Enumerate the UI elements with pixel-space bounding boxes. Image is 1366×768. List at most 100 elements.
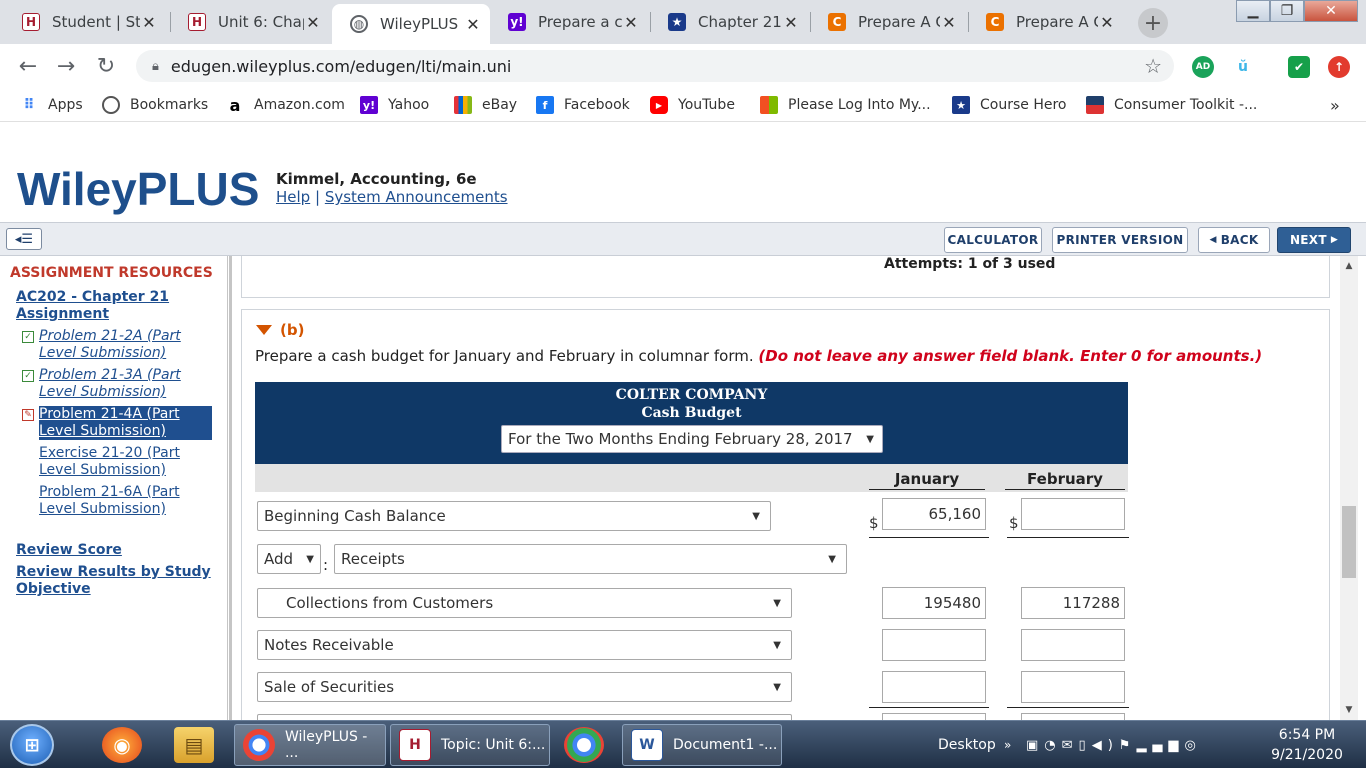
harvard-shield-icon: H (399, 729, 431, 761)
january-input[interactable]: 195480 (882, 587, 986, 619)
restore-icon[interactable]: ❐ (1270, 0, 1304, 22)
bookmark-course-hero[interactable]: ★ Course Hero (952, 94, 1066, 116)
bookmark-star-icon[interactable]: ☆ (1144, 54, 1162, 78)
reload-icon[interactable]: ↻ (92, 52, 120, 80)
instruction-text: Prepare a cash budget for January and Fe… (255, 347, 1263, 365)
january-input[interactable]: 65,160 (882, 498, 986, 530)
page-scrollbar[interactable]: ▲ ▼ (1340, 256, 1358, 720)
close-tab-icon[interactable]: ✕ (782, 13, 800, 32)
tab-prepare-chegg-1[interactable]: C Prepare A C ✕ (810, 4, 966, 40)
dropdown-arrow-icon: ▼ (866, 433, 874, 445)
tab-student[interactable]: H Student | St ✕ (4, 4, 166, 40)
bookmarks-overflow-button[interactable]: » (1330, 94, 1340, 116)
bookmark-apps[interactable]: ⠿ Apps (20, 94, 83, 116)
row-label-select[interactable]: Beginning Cash Balance ▼ (257, 501, 771, 531)
sidebar-item-problem-21-3a[interactable]: ✓ Problem 21-3A (Part Level Submission) (22, 367, 212, 401)
close-tab-icon[interactable]: ✕ (940, 13, 958, 32)
sidebar-item-problem-21-6a[interactable]: Problem 21-6A (Part Level Submission) (22, 484, 212, 518)
tab-wileyplus[interactable]: ◍ WileyPLUS ✕ (332, 4, 490, 44)
system-announcements-link[interactable]: System Announcements (325, 188, 508, 206)
bookmark-facebook[interactable]: f Facebook (536, 94, 630, 116)
bookmark-consumer-toolkit[interactable]: Consumer Toolkit -... (1086, 94, 1257, 116)
chrome-icon[interactable] (564, 727, 604, 763)
review-results-link[interactable]: Review Results by Study Objective (16, 564, 216, 598)
period-select[interactable]: For the Two Months Ending February 28, 2… (501, 425, 883, 453)
bookmark-youtube[interactable]: ▶ YouTube (650, 94, 735, 116)
taskbar-window-document1[interactable]: W Document1 -... (622, 724, 782, 766)
assignment-link[interactable]: AC202 - Chapter 21 Assignment (16, 289, 216, 323)
bookmark-amazon[interactable]: a Amazon.com (226, 94, 345, 116)
bookmark-yahoo[interactable]: y! Yahoo (360, 94, 429, 116)
system-clock[interactable]: 6:54 PM 9/21/2020 (1262, 725, 1352, 765)
january-input[interactable] (882, 713, 986, 720)
bookmark-bookmarks[interactable]: Bookmarks (102, 94, 208, 116)
dropdown-arrow-icon: ▼ (306, 553, 314, 565)
back-button[interactable]: ◀ BACK (1198, 227, 1270, 253)
forward-arrow-icon[interactable]: → (52, 52, 80, 80)
start-button[interactable]: ⊞ (10, 724, 54, 766)
volume-icon: ◀) (1091, 737, 1119, 753)
address-bar[interactable]: 🔒︎ edugen.wileyplus.com/edugen/lti/main.… (136, 50, 1174, 82)
back-arrow-icon[interactable]: ← (14, 52, 42, 80)
sidebar-item-exercise-21-20[interactable]: Exercise 21-20 (Part Level Submission) (22, 445, 212, 479)
sidebar-item-problem-21-4a[interactable]: ✎ Problem 21-4A (Part Level Submission) (22, 406, 212, 440)
review-score-link[interactable]: Review Score (16, 542, 216, 559)
row-label-select[interactable]: Collections from Customers ▼ (257, 588, 792, 618)
printer-version-button[interactable]: PRINTER VERSION (1052, 227, 1188, 253)
taskbar-window-wileyplus[interactable]: WileyPLUS - ... (234, 724, 386, 766)
shopping-bag-icon (454, 96, 472, 114)
scroll-up-icon[interactable]: ▲ (1340, 258, 1358, 274)
header-links: Help | System Announcements (276, 188, 508, 206)
harvard-shield-icon: H (22, 13, 40, 31)
february-input[interactable] (1021, 629, 1125, 661)
close-tab-icon[interactable]: ✕ (140, 13, 158, 32)
adblock-extension-icon[interactable]: AD (1192, 56, 1214, 78)
update-arrow-icon[interactable]: ↑ (1328, 56, 1350, 78)
system-tray-icons[interactable]: ▣ ◔ ✉ ▯ ◀) ⚑ ▂▄▆ ◎ (1026, 721, 1202, 768)
january-input[interactable] (882, 671, 986, 703)
next-button[interactable]: NEXT ▶ (1277, 227, 1351, 253)
close-tab-icon[interactable]: ✕ (1098, 13, 1116, 32)
attempts-counter: Attempts: 1 of 3 used (884, 256, 1056, 272)
january-input[interactable] (882, 629, 986, 661)
tab-prepare-yahoo[interactable]: y! Prepare a ca ✕ (490, 4, 648, 40)
sidebar-item-problem-21-2a[interactable]: ✓ Problem 21-2A (Part Level Submission) (22, 328, 212, 362)
triangle-down-icon (256, 325, 272, 335)
dropdown-arrow-icon: ▼ (752, 510, 760, 522)
calculator-button[interactable]: CALCULATOR (944, 227, 1042, 253)
february-input[interactable] (1021, 671, 1125, 703)
help-link[interactable]: Help (276, 188, 310, 206)
new-tab-button[interactable]: + (1138, 8, 1168, 38)
row-label-select[interactable]: Sale of Securities ▼ (257, 672, 792, 702)
chevron-right-icon[interactable]: » (1004, 721, 1011, 768)
chevron-right-icon: ▶ (1330, 235, 1339, 245)
scroll-down-icon[interactable]: ▼ (1340, 702, 1358, 718)
close-tab-icon[interactable]: ✕ (304, 13, 322, 32)
taskbar-window-topic[interactable]: H Topic: Unit 6:... (390, 724, 550, 766)
desktop-toolbar[interactable]: Desktop (938, 721, 996, 768)
collapse-sidebar-button[interactable]: ◂☰ (6, 228, 42, 250)
honey-extension-icon[interactable]: ŭ (1232, 56, 1254, 78)
close-tab-icon[interactable]: ✕ (622, 13, 640, 32)
minimize-icon[interactable]: ▁ (1236, 0, 1270, 22)
bookmark-ebay[interactable]: eBay (454, 94, 517, 116)
bookmark-please-log-in[interactable]: Please Log Into My... (760, 94, 931, 116)
close-tab-icon[interactable]: ✕ (464, 15, 482, 34)
february-input[interactable] (1021, 498, 1125, 530)
tab-chapter21[interactable]: ★ Chapter 21 ✕ (650, 4, 808, 40)
close-window-icon[interactable]: ✕ (1304, 0, 1358, 22)
scrollbar-thumb[interactable] (1342, 506, 1356, 578)
row-label-select[interactable]: Notes Receivable ▼ (257, 630, 792, 660)
tab-prepare-chegg-2[interactable]: C Prepare A C ✕ (968, 4, 1124, 40)
chegg-icon: C (986, 13, 1004, 31)
shield-check-icon[interactable]: ✔ (1288, 56, 1310, 78)
firefox-icon[interactable]: ◉ (102, 727, 142, 763)
tab-unit6[interactable]: H Unit 6: Chap ✕ (170, 4, 330, 40)
dropdown-arrow-icon: ▼ (773, 597, 781, 609)
section-select[interactable]: Receipts ▼ (334, 544, 847, 574)
february-input[interactable] (1021, 713, 1125, 720)
add-less-select[interactable]: Add ▼ (257, 544, 321, 574)
part-b-toggle[interactable]: (b) (256, 321, 304, 339)
february-input[interactable]: 117288 (1021, 587, 1125, 619)
file-explorer-icon[interactable]: ▤ (174, 727, 214, 763)
